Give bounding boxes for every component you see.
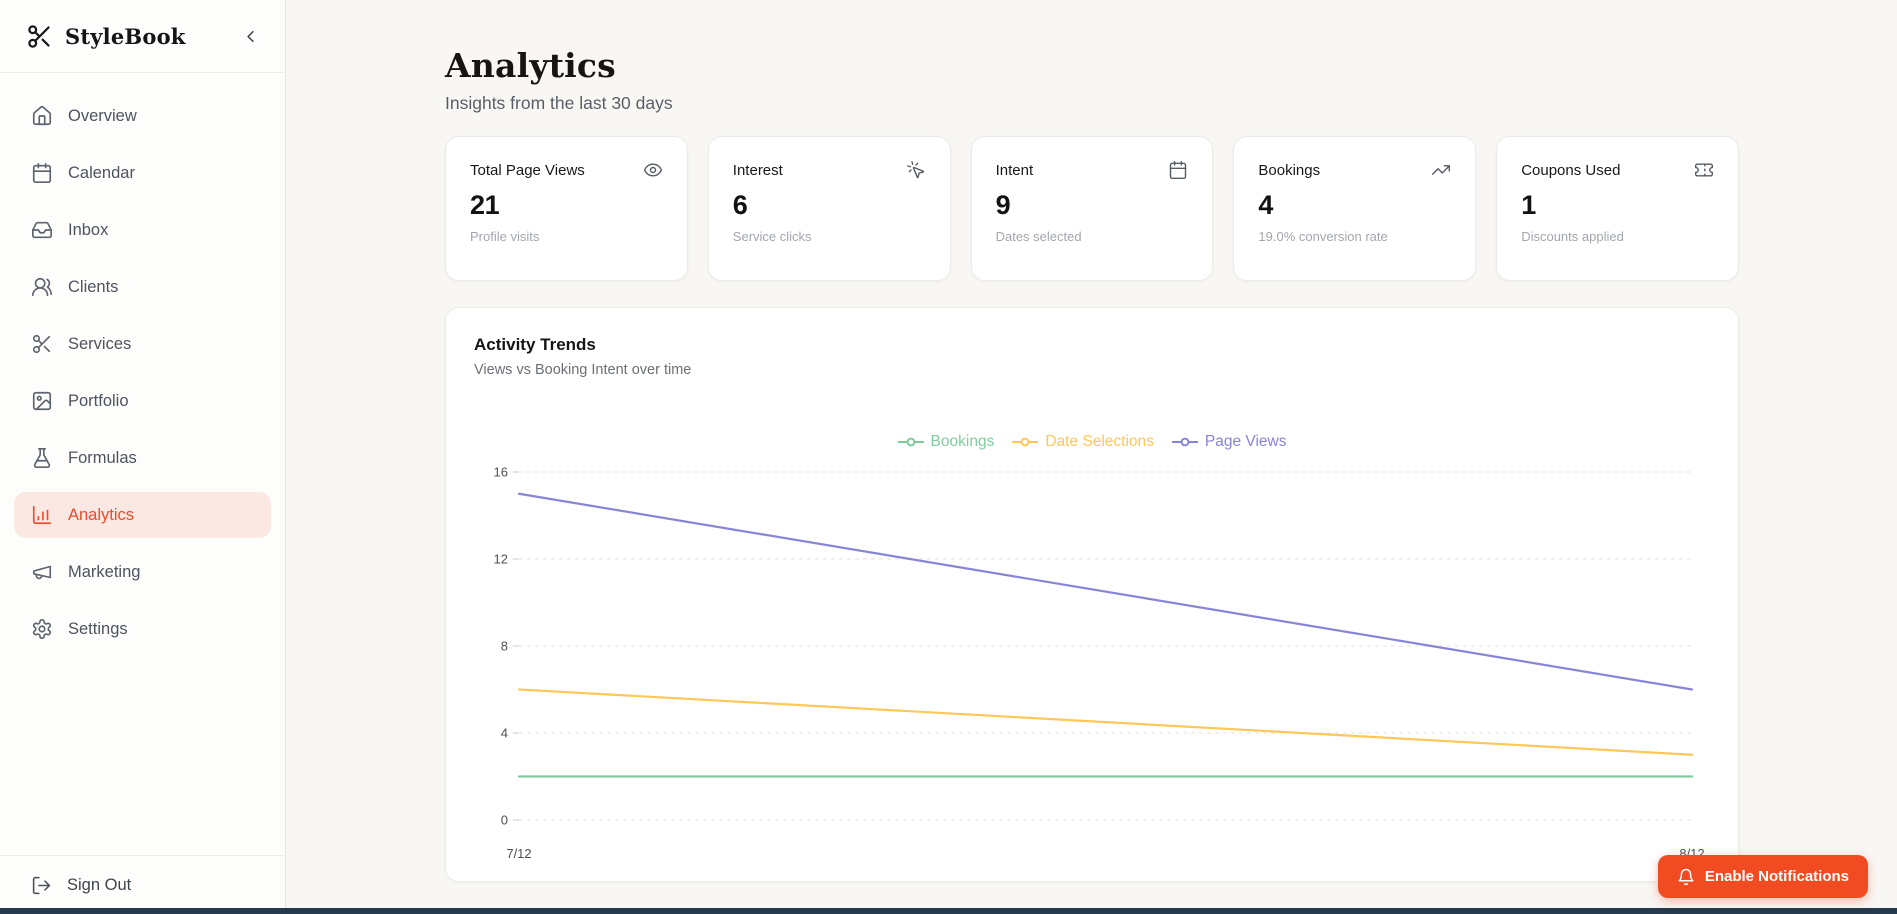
legend-item-bookings: Bookings bbox=[897, 433, 995, 451]
legend-line-icon bbox=[1171, 437, 1198, 447]
stat-card-label: Intent bbox=[995, 161, 1034, 179]
chevron-left-icon bbox=[241, 27, 260, 46]
sidebar-nav: Overview Calendar Inbox Clients Services… bbox=[0, 73, 285, 652]
page-title: Analytics bbox=[445, 46, 616, 85]
stat-card-value: 4 bbox=[1258, 190, 1274, 220]
sidebar-item-inbox[interactable]: Inbox bbox=[14, 207, 271, 253]
bar-chart-icon bbox=[31, 504, 53, 526]
stat-card-value: 6 bbox=[732, 190, 748, 220]
sidebar-item-label: Analytics bbox=[68, 505, 135, 524]
stat-card-label: Interest bbox=[732, 161, 783, 179]
inbox-icon bbox=[31, 219, 53, 241]
activity-trends-chart: 04812167/12 8/12 bbox=[494, 465, 1705, 862]
sidebar-item-label: Overview bbox=[68, 106, 137, 125]
activity-trends-card: Activity Trends Views vs Booking Intent … bbox=[445, 307, 1739, 882]
stat-card-total-page-views: Total Page Views 21 Profile visits bbox=[445, 136, 688, 281]
stat-card-subtitle: Service clicks bbox=[732, 229, 812, 244]
legend-item-date-selections: Date Selections bbox=[1012, 433, 1154, 451]
eye-icon bbox=[643, 160, 663, 180]
legend-item-page-views: Page Views bbox=[1171, 433, 1287, 451]
sidebar-collapse-button[interactable] bbox=[235, 21, 265, 51]
sidebar: StyleBook Overview Calendar Inbox Client… bbox=[0, 0, 286, 914]
series-line-page-views bbox=[517, 492, 1694, 691]
sidebar-item-label: Marketing bbox=[68, 562, 141, 581]
pointer-click-icon bbox=[906, 160, 926, 180]
sidebar-item-portfolio[interactable]: Portfolio bbox=[14, 378, 271, 424]
app-logo: StyleBook bbox=[26, 23, 186, 50]
stat-card-value: 21 bbox=[470, 190, 500, 220]
megaphone-icon bbox=[31, 561, 53, 583]
users-icon bbox=[31, 276, 53, 298]
window-edge-bar bbox=[0, 908, 1897, 914]
stat-card-label: Bookings bbox=[1258, 161, 1321, 179]
legend-label: Bookings bbox=[930, 433, 995, 450]
chart-legend: Bookings Date Selections Page Views bbox=[446, 433, 1738, 451]
scissors-icon bbox=[31, 333, 53, 355]
y-tick-label: 12 bbox=[494, 552, 508, 567]
stat-card-subtitle: Profile visits bbox=[470, 229, 540, 244]
sidebar-item-formulas[interactable]: Formulas bbox=[14, 435, 271, 481]
sidebar-header: StyleBook bbox=[0, 0, 285, 73]
x-tick-label: 7/12 bbox=[506, 846, 531, 861]
sign-out-button[interactable]: Sign Out bbox=[14, 869, 271, 902]
sidebar-item-services[interactable]: Services bbox=[14, 321, 271, 367]
log-out-icon bbox=[31, 875, 52, 896]
sidebar-item-label: Portfolio bbox=[68, 391, 129, 410]
calendar-icon bbox=[1168, 160, 1188, 180]
sign-out-label: Sign Out bbox=[67, 876, 132, 894]
legend-label: Page Views bbox=[1204, 433, 1287, 450]
page-subtitle: Insights from the last 30 days bbox=[445, 93, 673, 113]
stat-card-intent: Intent 9 Dates selected bbox=[970, 136, 1214, 281]
sidebar-item-overview[interactable]: Overview bbox=[14, 93, 271, 139]
stat-card-value: 9 bbox=[995, 190, 1011, 220]
stat-card-interest: Interest 6 Service clicks bbox=[707, 136, 951, 281]
gear-icon bbox=[31, 618, 53, 640]
ticket-icon bbox=[1694, 160, 1714, 180]
enable-notifications-button[interactable]: Enable Notifications bbox=[1657, 855, 1868, 898]
scissors-logo-icon bbox=[26, 23, 53, 50]
main-area: Analytics Insights from the last 30 days… bbox=[287, 0, 1897, 914]
image-icon bbox=[31, 390, 53, 412]
stat-card-bookings: Bookings 4 19.0% conversion rate bbox=[1233, 136, 1477, 281]
sidebar-item-label: Calendar bbox=[68, 163, 135, 182]
y-tick-label: 16 bbox=[494, 465, 508, 480]
legend-line-icon bbox=[897, 437, 924, 447]
legend-label: Date Selections bbox=[1045, 433, 1154, 450]
chart-subtitle: Views vs Booking Intent over time bbox=[474, 362, 692, 378]
y-tick-label: 8 bbox=[501, 639, 508, 654]
stat-cards-row: Total Page Views 21 Profile visits Inter… bbox=[445, 136, 1739, 281]
series-line-date-selections bbox=[517, 688, 1694, 756]
y-tick-label: 4 bbox=[501, 726, 508, 741]
chart-title: Activity Trends bbox=[474, 335, 596, 354]
flask-icon bbox=[31, 447, 53, 469]
stat-card-subtitle: Discounts applied bbox=[1521, 229, 1624, 244]
sidebar-item-analytics[interactable]: Analytics bbox=[14, 492, 271, 538]
sidebar-footer: Sign Out bbox=[0, 855, 285, 914]
sidebar-item-marketing[interactable]: Marketing bbox=[14, 549, 271, 595]
sidebar-item-label: Services bbox=[68, 334, 132, 353]
stat-card-subtitle: Dates selected bbox=[995, 229, 1082, 244]
sidebar-item-label: Inbox bbox=[68, 220, 109, 239]
sidebar-item-settings[interactable]: Settings bbox=[14, 606, 271, 652]
trending-up-icon bbox=[1431, 160, 1451, 180]
legend-line-icon bbox=[1012, 437, 1039, 447]
stat-card-label: Total Page Views bbox=[470, 161, 585, 179]
stat-card-subtitle: 19.0% conversion rate bbox=[1258, 229, 1388, 244]
sidebar-item-label: Settings bbox=[68, 619, 128, 638]
enable-notifications-label: Enable Notifications bbox=[1704, 868, 1849, 885]
stat-card-coupons-used: Coupons Used 1 Discounts applied bbox=[1496, 136, 1739, 281]
home-icon bbox=[31, 105, 53, 127]
sidebar-item-clients[interactable]: Clients bbox=[14, 264, 271, 310]
sidebar-item-label: Formulas bbox=[68, 448, 137, 467]
stat-card-label: Coupons Used bbox=[1521, 161, 1621, 179]
bell-icon bbox=[1677, 868, 1695, 886]
calendar-icon bbox=[31, 162, 53, 184]
stat-card-value: 1 bbox=[1521, 190, 1536, 220]
sidebar-item-calendar[interactable]: Calendar bbox=[14, 150, 271, 196]
sidebar-item-label: Clients bbox=[68, 277, 119, 296]
y-tick-label: 0 bbox=[501, 813, 508, 828]
app-title: StyleBook bbox=[65, 23, 186, 49]
